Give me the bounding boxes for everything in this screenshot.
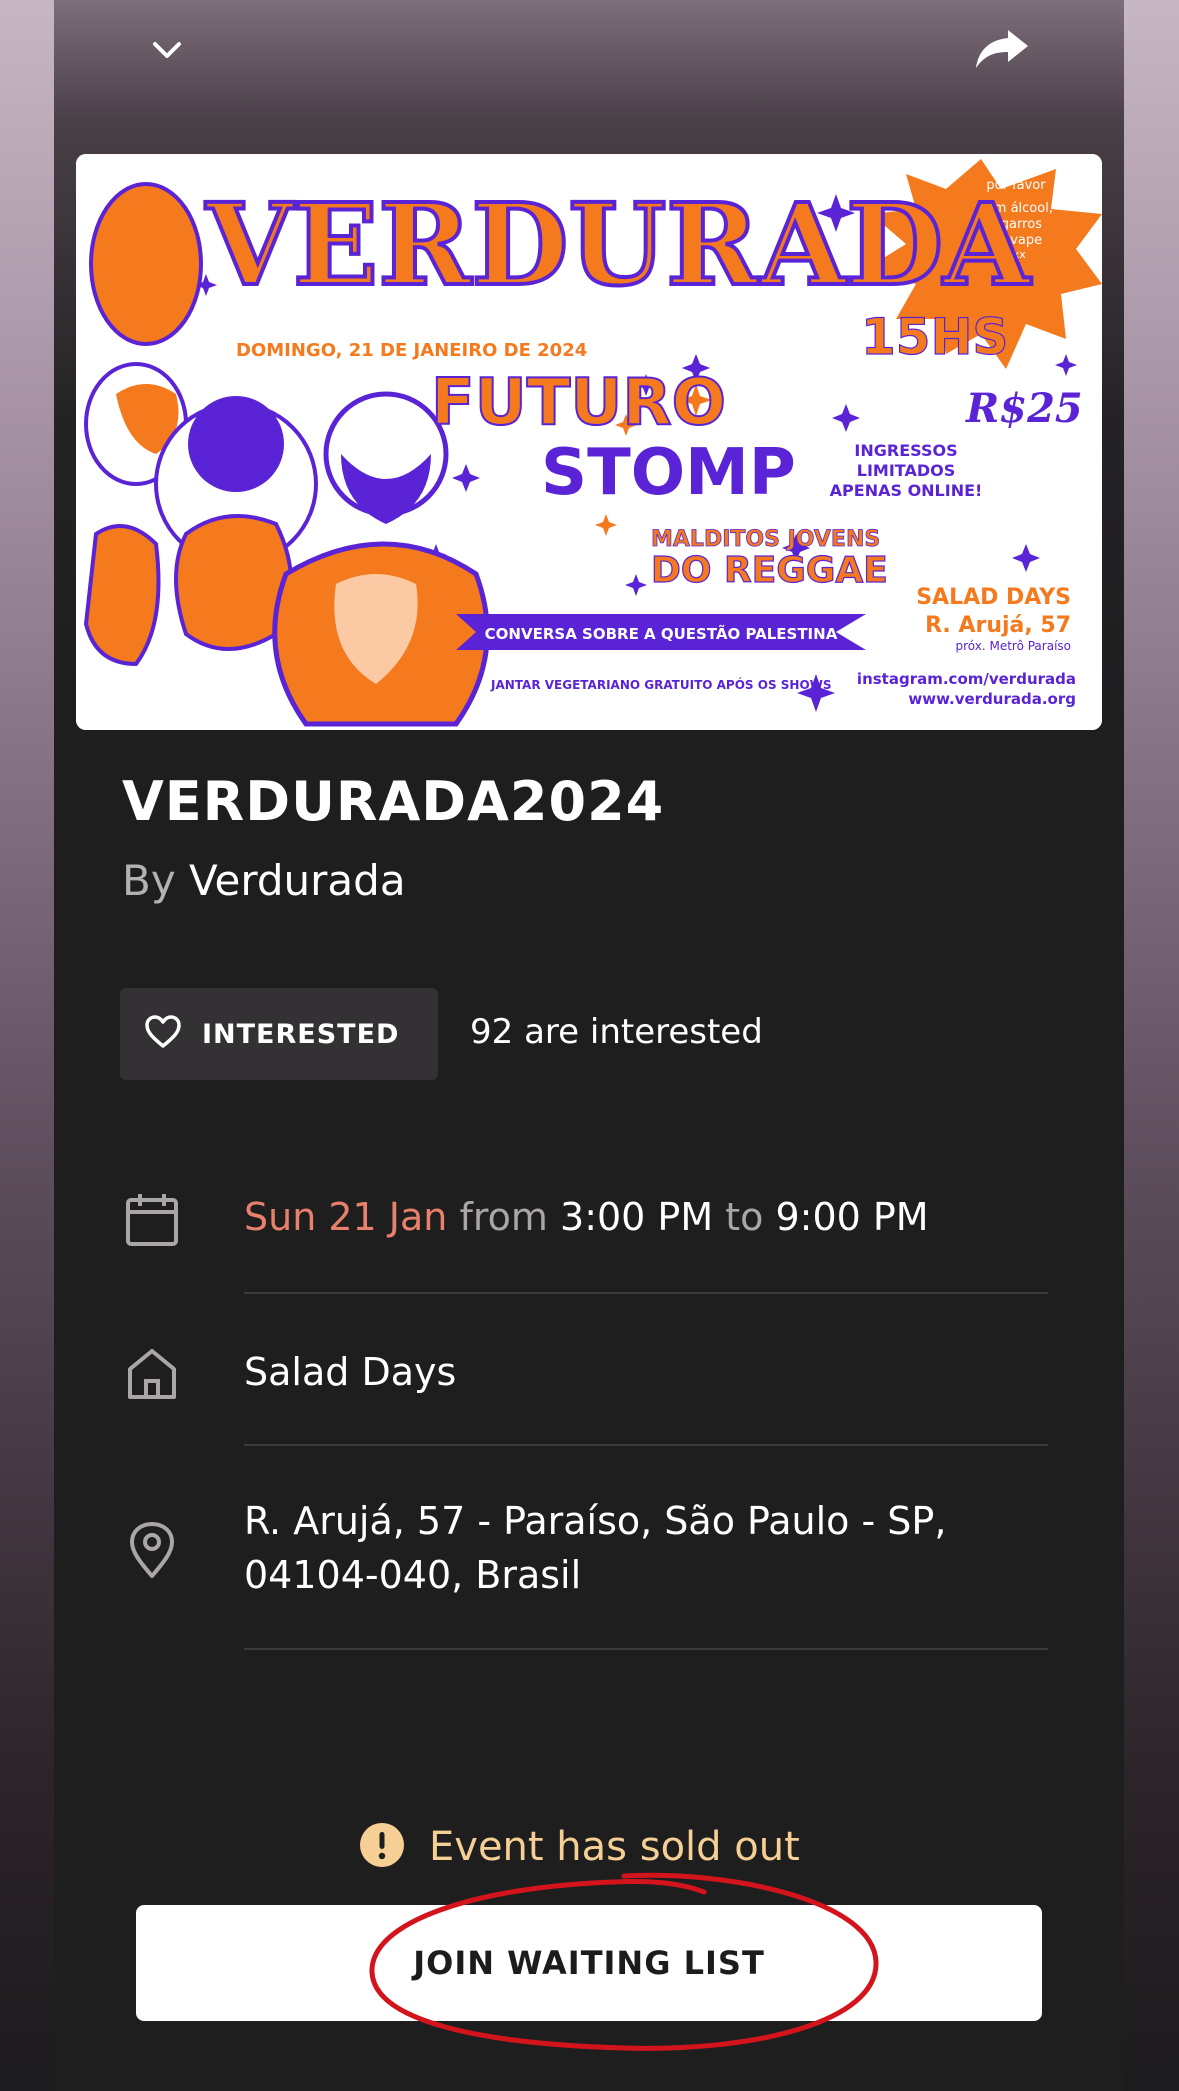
exclamation-icon xyxy=(359,1822,405,1872)
venue-row[interactable]: Salad Days xyxy=(54,1345,1124,1405)
event-poster: por favor sem álcool, cigarros ou vape x… xyxy=(76,154,1102,730)
end-time: 9:00 PM xyxy=(775,1195,929,1239)
location-pin-icon xyxy=(122,1520,182,1580)
interested-button[interactable]: INTERESTED xyxy=(120,988,438,1080)
from-word: from xyxy=(459,1195,548,1239)
join-waiting-list-label: JOIN WAITING LIST xyxy=(413,1944,765,1982)
date-row: Sun 21 Jan from 3:00 PM to 9:00 PM xyxy=(54,1190,1124,1250)
poster-band-malditos-2: DO REGGAE xyxy=(651,550,888,591)
soldout-text: Event has sold out xyxy=(429,1824,800,1870)
by-label: By xyxy=(122,856,176,905)
poster-venue: SALAD DAYS xyxy=(916,585,1071,610)
address-line-2: 04104-040, Brasil xyxy=(244,1553,582,1597)
event-byline: By Verdurada xyxy=(122,856,406,905)
interest-count-suffix: are interested xyxy=(524,1012,763,1052)
venue-name: Salad Days xyxy=(244,1350,457,1394)
interested-button-label: INTERESTED xyxy=(202,1018,400,1050)
interest-count: 92 are interested xyxy=(470,1012,763,1052)
poster-date: DOMINGO, 21 DE JANEIRO DE 2024 xyxy=(236,340,587,361)
event-date: Sun 21 Jan xyxy=(244,1195,448,1239)
chevron-down-icon[interactable] xyxy=(127,10,207,90)
join-waiting-list-button[interactable]: JOIN WAITING LIST xyxy=(136,1905,1042,2021)
address-text: R. Arujá, 57 - Paraíso, São Paulo - SP, … xyxy=(244,1494,946,1602)
poster-venue-near: próx. Metrô Paraíso xyxy=(955,639,1071,653)
poster-time: 15HS xyxy=(861,308,1008,366)
top-bar xyxy=(54,0,1124,110)
poster-dinner: JANTAR VEGETARIANO GRATUITO APÓS OS SHOW… xyxy=(490,677,832,692)
share-arrow-icon[interactable] xyxy=(962,8,1042,88)
soldout-notice: Event has sold out xyxy=(359,1822,800,1872)
date-time-text: Sun 21 Jan from 3:00 PM to 9:00 PM xyxy=(244,1190,929,1244)
heart-icon xyxy=(144,1015,182,1053)
start-time: 3:00 PM xyxy=(560,1195,714,1239)
interest-count-number: 92 xyxy=(470,1012,514,1052)
poster-band-stomp: STOMP xyxy=(541,436,796,510)
calendar-icon xyxy=(122,1190,182,1250)
poster-tickets-3: APENAS ONLINE! xyxy=(830,481,983,500)
poster-band-futuro: FUTURO xyxy=(431,366,726,440)
home-icon xyxy=(122,1343,182,1403)
poster-instagram: instagram.com/verdurada xyxy=(857,670,1076,688)
organizer-link[interactable]: Verdurada xyxy=(189,856,406,905)
divider xyxy=(244,1648,1048,1650)
to-word: to xyxy=(725,1195,764,1239)
address-line-1: R. Arujá, 57 - Paraíso, São Paulo - SP, xyxy=(244,1499,947,1543)
address-row[interactable]: R. Arujá, 57 - Paraíso, São Paulo - SP, … xyxy=(54,1494,1124,1606)
poster-art: por favor sem álcool, cigarros ou vape x… xyxy=(76,154,1102,730)
divider xyxy=(244,1292,1048,1294)
poster-price: R$25 xyxy=(965,385,1083,432)
event-title: VERDURADA2024 xyxy=(122,770,665,833)
poster-band-malditos-1: MALDITOS JOVENS xyxy=(651,527,880,552)
poster-website: www.verdurada.org xyxy=(908,690,1076,708)
poster-talk: CONVERSA SOBRE A QUESTÃO PALESTINA xyxy=(485,624,838,643)
divider xyxy=(244,1444,1048,1446)
poster-headline: VERDURADA xyxy=(205,180,1032,311)
poster-tickets-1: INGRESSOS xyxy=(854,441,957,460)
event-panel: por favor sem álcool, cigarros ou vape x… xyxy=(54,0,1124,2091)
poster-tickets-2: LIMITADOS xyxy=(857,461,955,480)
poster-venue-address: R. Arujá, 57 xyxy=(925,613,1071,638)
